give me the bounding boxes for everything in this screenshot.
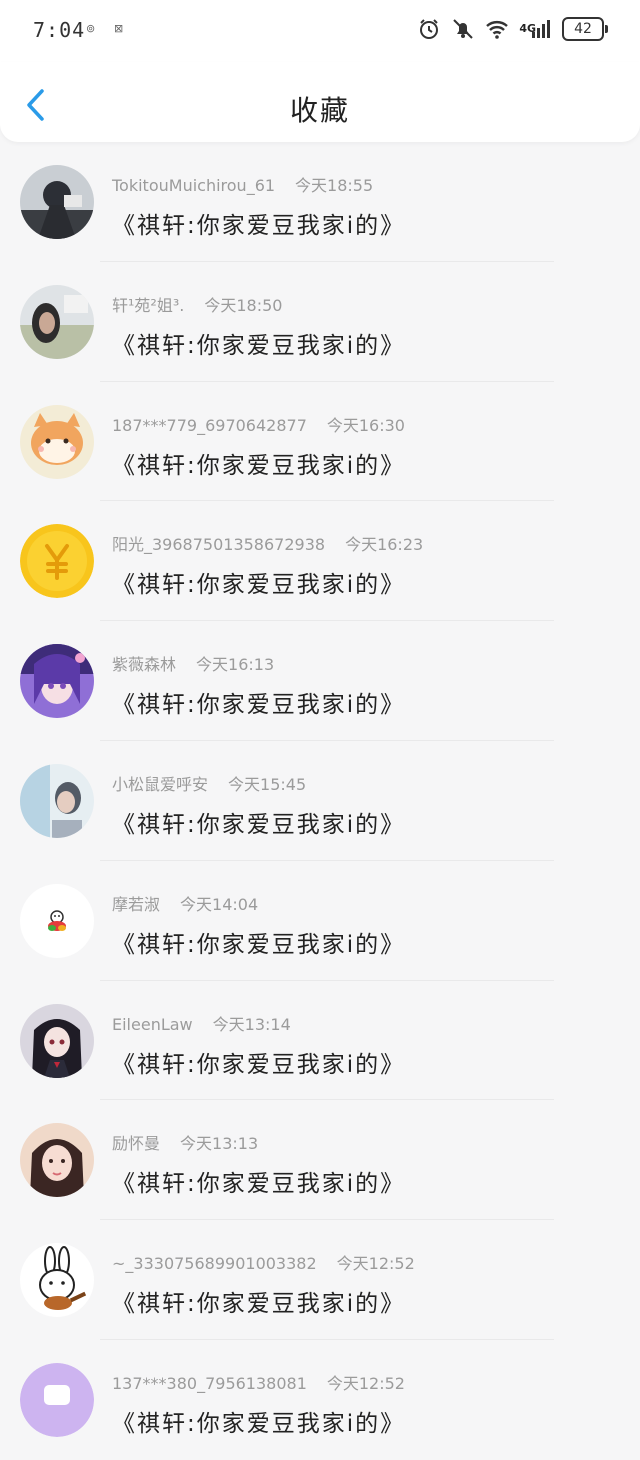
favorite-title[interactable]: 《祺轩:你家爱豆我家i的》 <box>112 685 405 719</box>
post-time: 今天12:52 <box>326 1373 405 1393</box>
post-time: 今天18:50 <box>204 295 283 315</box>
favorite-title[interactable]: 《祺轩:你家爱豆我家i的》 <box>112 565 405 599</box>
favorite-title[interactable]: 《祺轩:你家爱豆我家i的》 <box>112 1284 405 1318</box>
mute-bell-icon <box>453 19 474 39</box>
list-item[interactable]: 187***779_6970642877 今天16:30 《祺轩:你家爱豆我家i的… <box>0 382 640 502</box>
list-item[interactable]: 摩若淑 今天14:04 《祺轩:你家爱豆我家i的》 <box>0 861 640 981</box>
status-icons: 4G 42 <box>417 17 608 41</box>
user-name: 137***380_7956138081 <box>112 1373 307 1393</box>
list-item[interactable]: 小松鼠爱呼安 今天15:45 《祺轩:你家爱豆我家i的》 <box>0 741 640 861</box>
user-avatar[interactable] <box>20 165 94 239</box>
list-item[interactable]: TokitouMuichirou_61 今天18:55 《祺轩:你家爱豆我家i的》 <box>0 142 640 262</box>
user-name: 摩若淑 <box>112 894 161 914</box>
post-time: 今天13:14 <box>212 1014 291 1034</box>
battery-indicator: 42 <box>562 17 608 41</box>
status-bar: 7:04 ⊚ ⊠ 4G 42 <box>0 0 640 62</box>
user-avatar[interactable] <box>20 524 94 599</box>
user-name: EileenLaw <box>112 1014 193 1034</box>
wifi-icon <box>486 21 509 39</box>
favorite-title[interactable]: 《祺轩:你家爱豆我家i的》 <box>112 326 405 360</box>
user-name: 小松鼠爱呼安 <box>112 774 209 794</box>
post-time: 今天16:23 <box>345 535 424 555</box>
post-time: 今天16:13 <box>196 655 275 675</box>
post-time: 今天16:30 <box>326 415 405 435</box>
favorite-title[interactable]: 《祺轩:你家爱豆我家i的》 <box>112 1045 405 1079</box>
post-time: 今天15:45 <box>228 774 307 794</box>
user-name: TokitouMuichirou_61 <box>112 176 276 195</box>
list-item[interactable]: 137***380_7956138081 今天12:52 《祺轩:你家爱豆我家i的… <box>0 1340 640 1460</box>
user-avatar[interactable] <box>20 284 94 359</box>
favorite-title[interactable]: 《祺轩:你家爱豆我家i的》 <box>112 1164 405 1198</box>
user-name: 187***779_6970642877 <box>112 415 307 435</box>
status-indicator-2: ⊠ <box>114 22 124 35</box>
user-name: 励怀曼 <box>112 1134 161 1154</box>
favorite-title[interactable]: 《祺轩:你家爱豆我家i的》 <box>112 925 405 959</box>
list-item[interactable]: 轩¹苑²姐³. 今天18:50 《祺轩:你家爱豆我家i的》 <box>0 262 640 382</box>
post-time: 今天12:52 <box>336 1254 415 1274</box>
alarm-icon <box>420 19 439 39</box>
user-name: ~_333075689901003382 <box>112 1254 317 1274</box>
post-time: 今天14:04 <box>180 894 259 914</box>
nav-header: 收藏 <box>0 62 640 142</box>
status-time: 7:04 <box>33 18 86 42</box>
post-time: 今天18:55 <box>295 176 374 195</box>
user-avatar[interactable] <box>20 404 94 479</box>
list-item[interactable]: EileenLaw 今天13:14 《祺轩:你家爱豆我家i的》 <box>0 981 640 1101</box>
list-item[interactable]: 阳光_39687501358672938 今天16:23 《祺轩:你家爱豆我家i的… <box>0 501 640 622</box>
list-item[interactable]: ~_333075689901003382 今天12:52 《祺轩:你家爱豆我家i的… <box>0 1220 640 1340</box>
user-name: 紫薇森林 <box>112 655 177 675</box>
user-avatar[interactable] <box>20 1123 94 1198</box>
page-title: 收藏 <box>289 94 350 127</box>
list-item[interactable]: 紫薇森林 今天16:13 《祺轩:你家爱豆我家i的》 <box>0 621 640 741</box>
user-avatar[interactable] <box>20 883 94 958</box>
user-avatar[interactable] <box>20 1362 94 1437</box>
user-avatar[interactable] <box>20 763 94 838</box>
favorite-title[interactable]: 《祺轩:你家爱豆我家i的》 <box>112 1404 405 1438</box>
list-item[interactable]: 励怀曼 今天13:13 《祺轩:你家爱豆我家i的》 <box>0 1100 640 1221</box>
user-avatar[interactable] <box>20 644 94 719</box>
status-indicator-1: ⊚ <box>86 22 96 35</box>
post-time: 今天13:13 <box>180 1134 259 1154</box>
user-name: 阳光_39687501358672938 <box>112 535 326 555</box>
user-name: 轩¹苑²姐³. <box>112 295 185 315</box>
user-avatar[interactable] <box>20 1003 94 1078</box>
favorite-title[interactable]: 《祺轩:你家爱豆我家i的》 <box>112 206 405 240</box>
favorite-title[interactable]: 《祺轩:你家爱豆我家i的》 <box>112 446 405 480</box>
user-avatar[interactable] <box>20 1243 94 1318</box>
favorite-title[interactable]: 《祺轩:你家爱豆我家i的》 <box>112 805 405 839</box>
network-type: 4G <box>519 22 536 35</box>
favorites-list: TokitouMuichirou_61 今天18:55 《祺轩:你家爱豆我家i的》… <box>0 142 640 1460</box>
